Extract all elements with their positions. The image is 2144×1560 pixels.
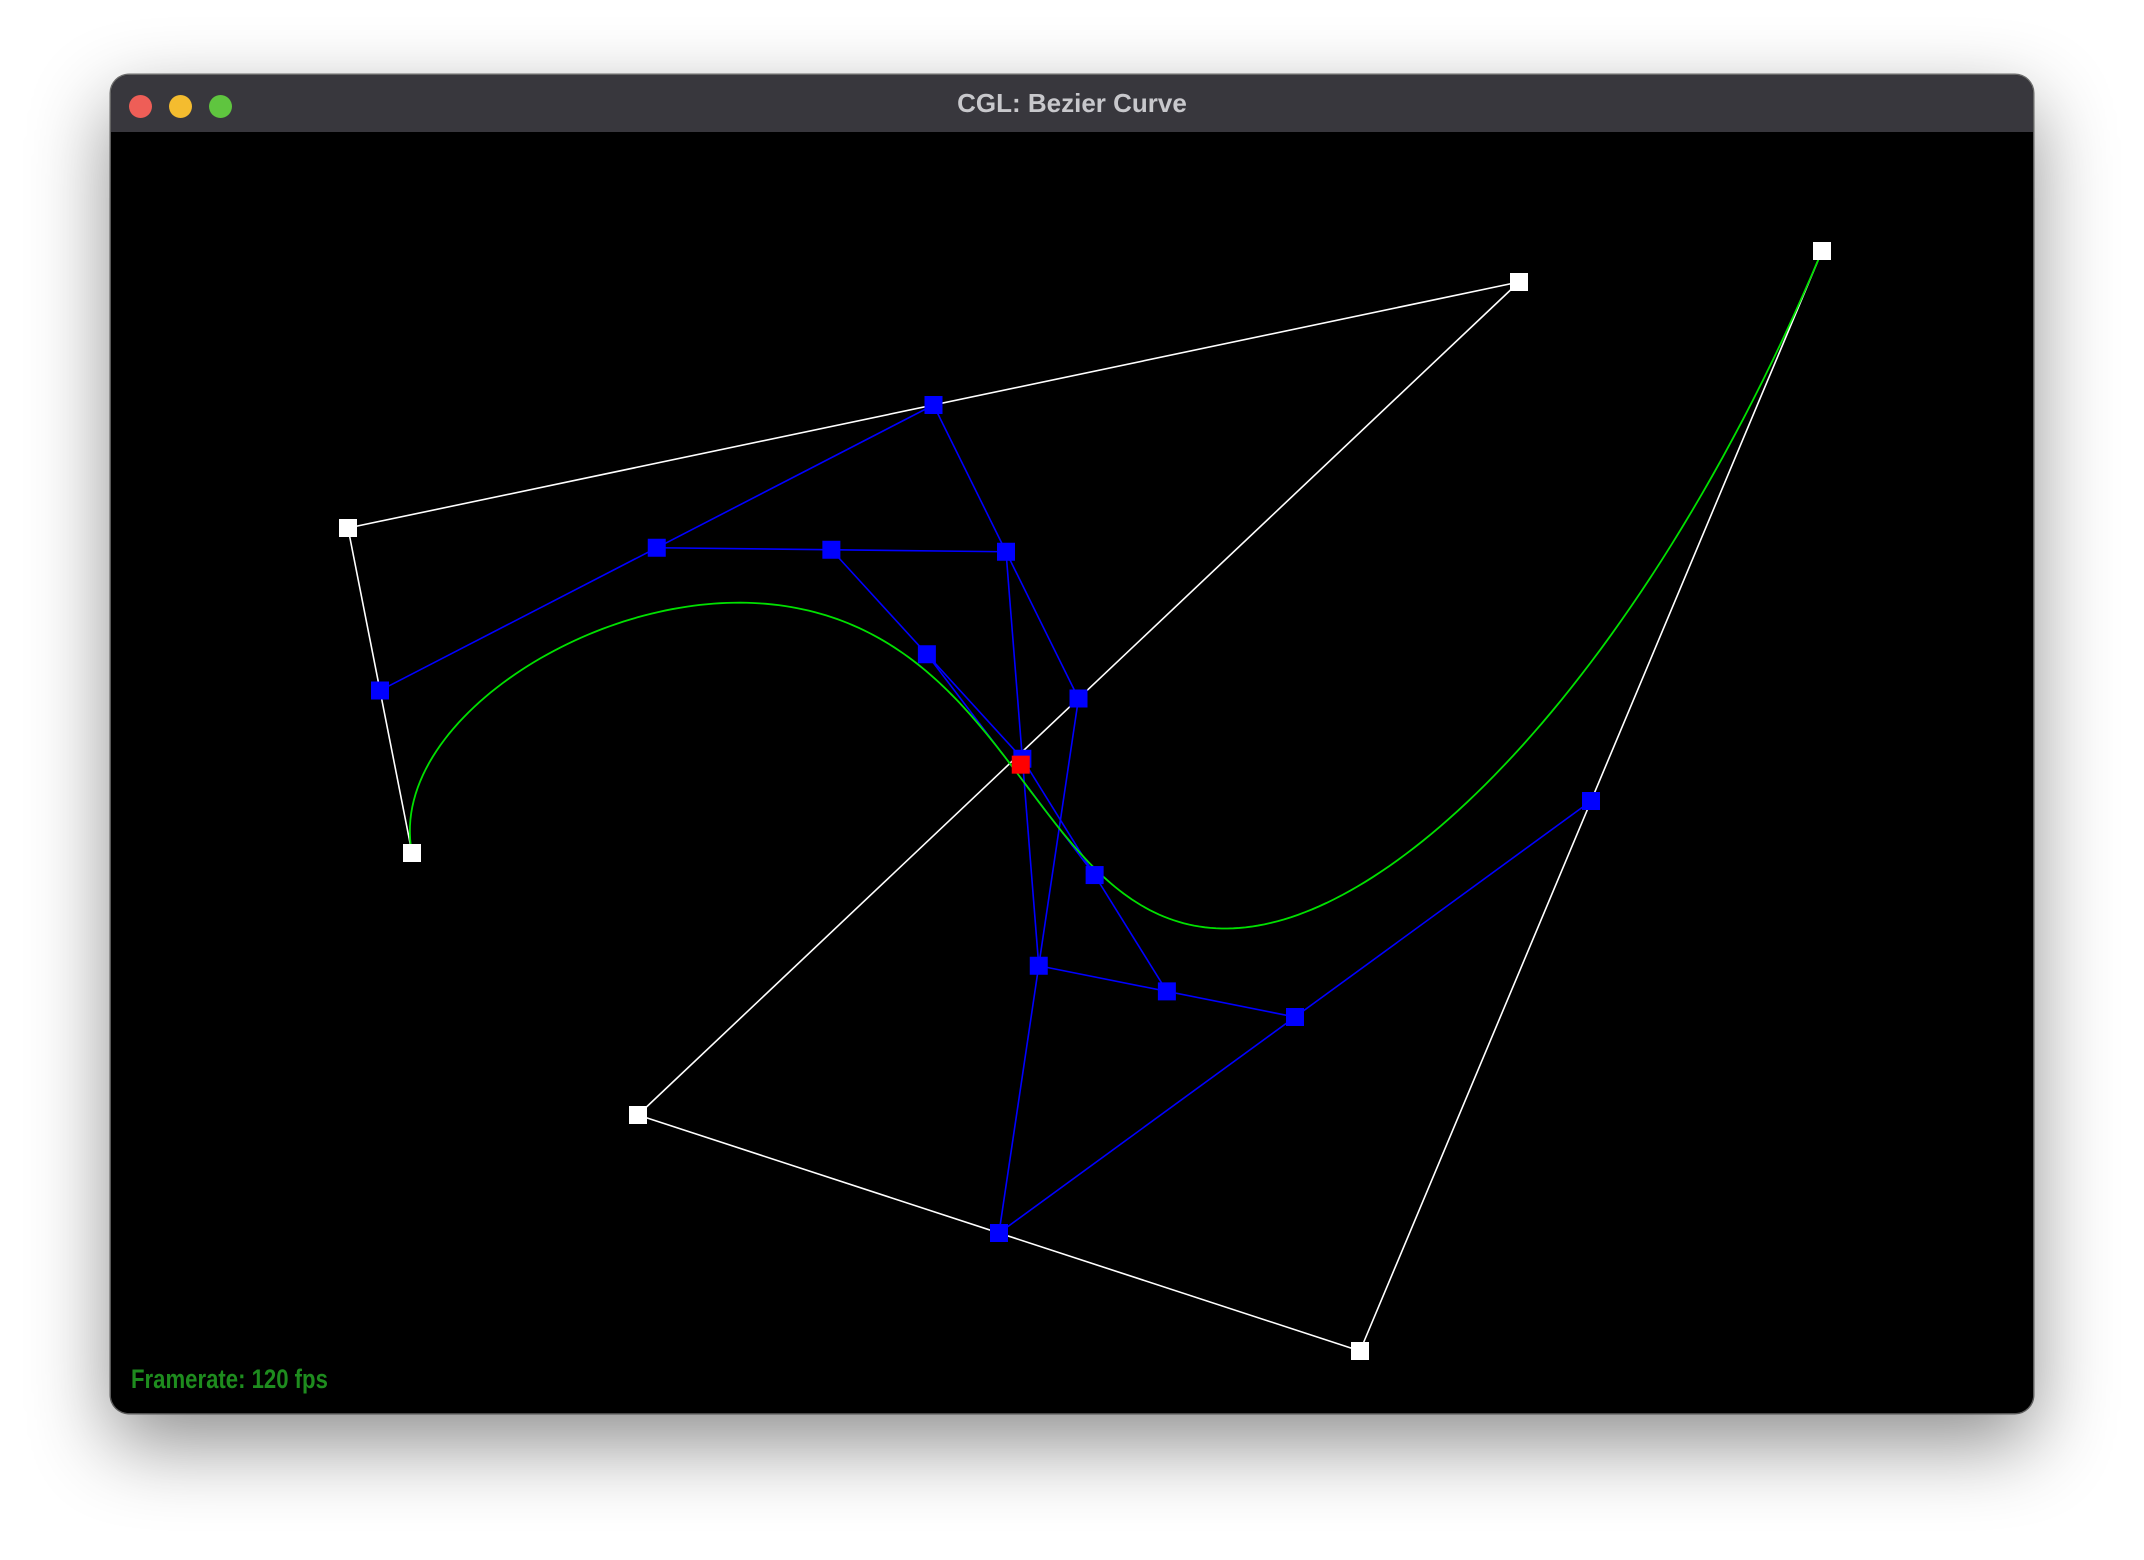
framerate-readout: Framerate: 120 fps [131,1364,328,1394]
intermediate-point [1157,982,1176,1001]
intermediate-point [371,681,389,700]
bezier-canvas[interactable] [111,132,2033,1413]
intermediate-point [1582,792,1600,810]
title-bar[interactable]: CGL: Bezier Curve [111,75,2033,133]
intermediate-point [1069,689,1088,708]
intermediate-point [647,538,666,557]
intermediate-point [924,396,943,414]
intermediate-point [1286,1008,1304,1026]
intermediate-point [1029,956,1048,975]
evaluated-point [1011,755,1030,774]
app-window: CGL: Bezier Curve Framerate: 120 fps [111,75,2033,1413]
control-point[interactable] [629,1106,647,1124]
control-point[interactable] [339,519,357,537]
control-point[interactable] [1510,273,1528,291]
control-point[interactable] [1813,242,1831,260]
intermediate-point [997,542,1015,561]
control-point[interactable] [403,844,421,862]
intermediate-point [822,540,841,559]
intermediate-point [1085,866,1104,885]
bezier-curve [408,250,1823,930]
control-point[interactable] [1351,1342,1369,1360]
intermediate-point [917,645,936,664]
window-title: CGL: Bezier Curve [957,88,1187,118]
intermediate-point [990,1224,1008,1242]
gl-viewport[interactable]: Framerate: 120 fps [111,132,2033,1413]
